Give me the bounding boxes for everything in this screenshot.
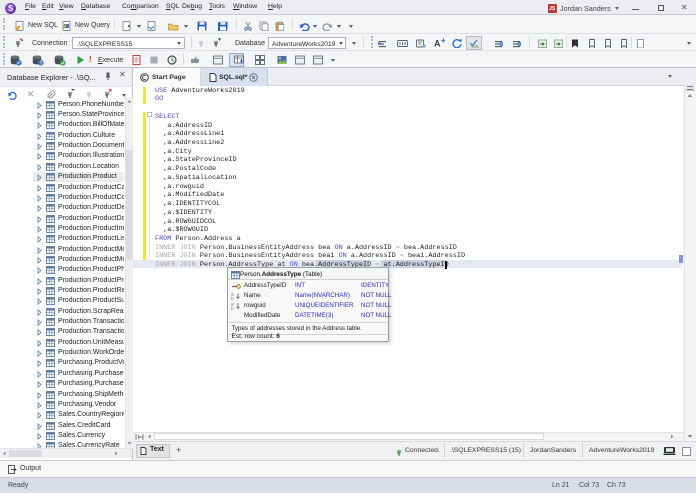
svg-text:?: ? bbox=[40, 61, 43, 66]
svg-text:SQL: SQL bbox=[471, 44, 479, 49]
svg-text:b: b bbox=[231, 296, 234, 300]
svg-text:A: A bbox=[434, 39, 441, 49]
svg-text:b: b bbox=[231, 306, 234, 310]
